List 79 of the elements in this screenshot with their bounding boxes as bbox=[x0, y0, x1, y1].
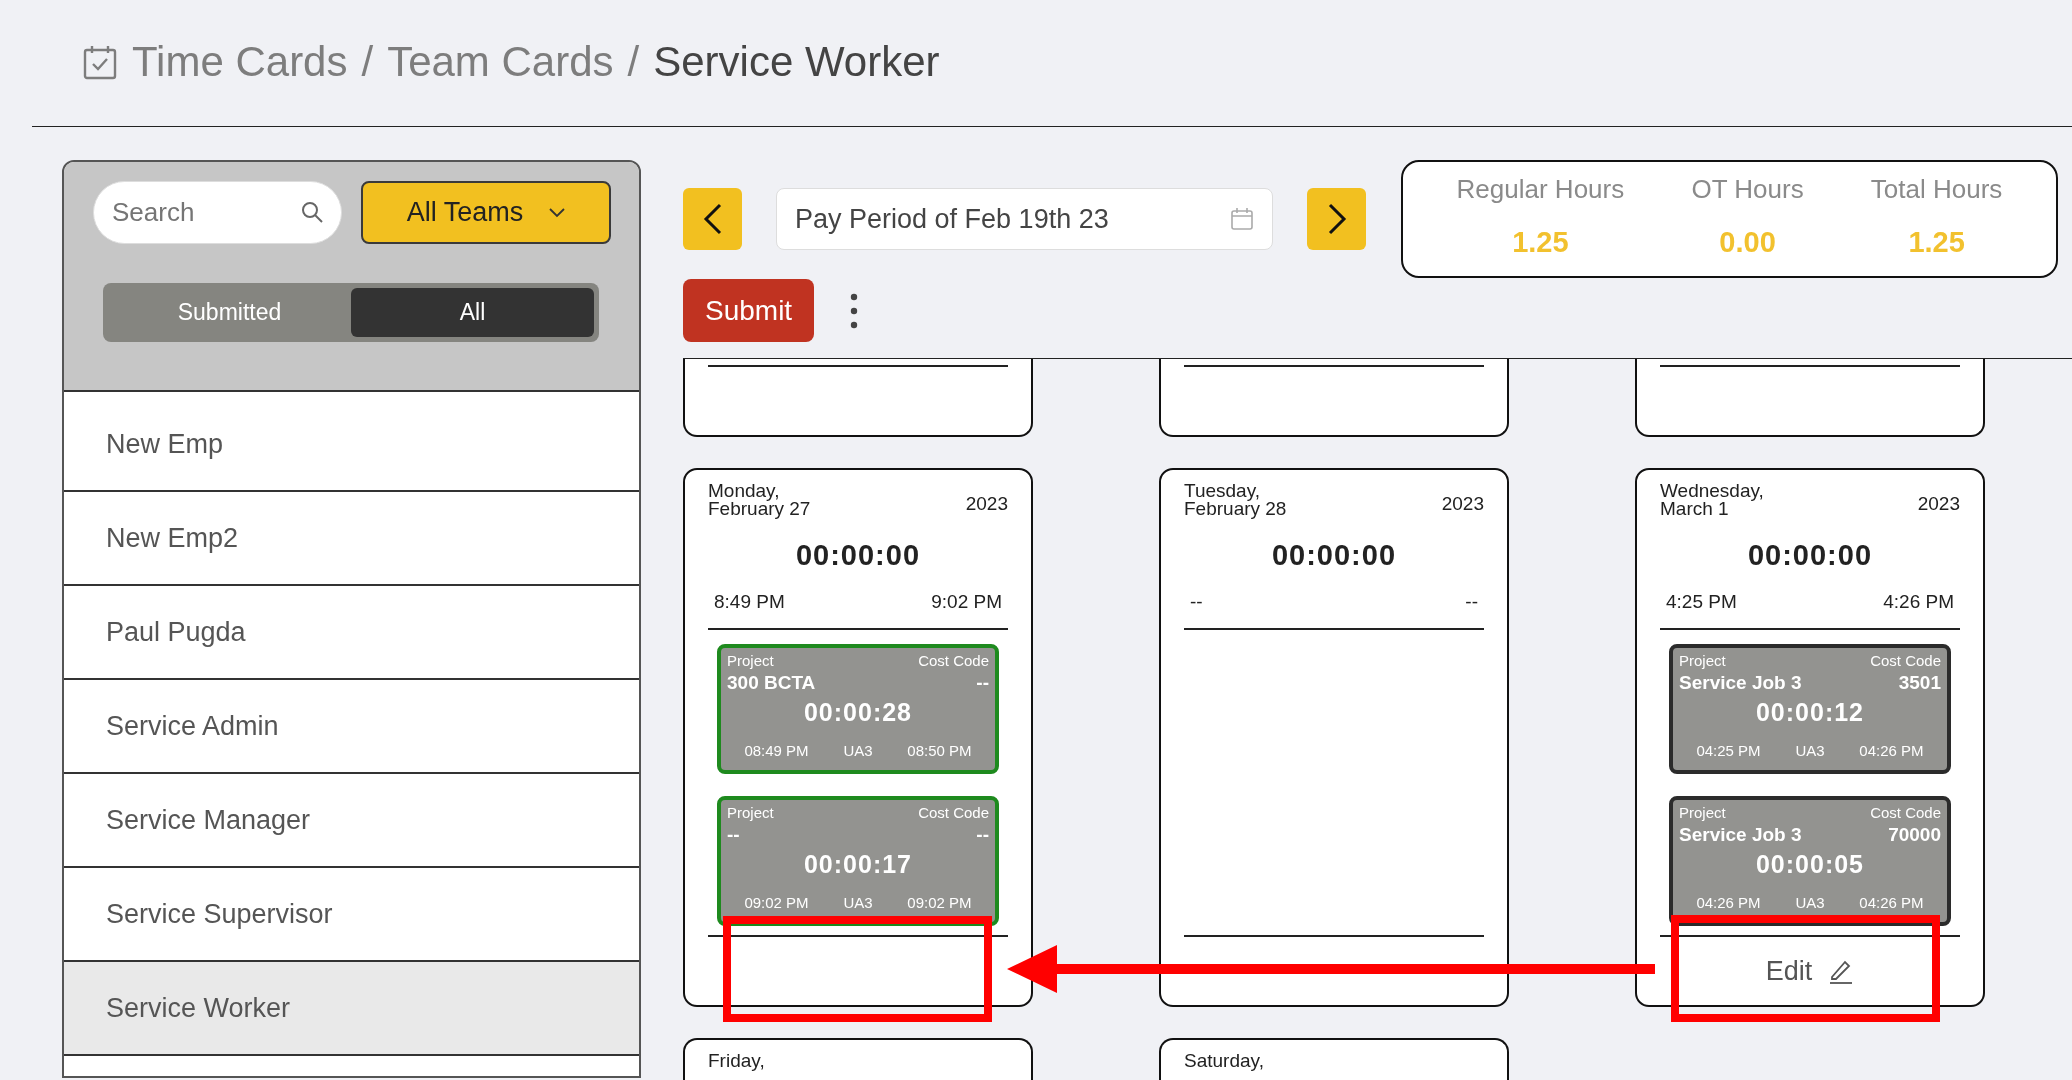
more-icon[interactable] bbox=[850, 292, 859, 329]
entry-start-time: 04:26 PM bbox=[1696, 892, 1761, 913]
entry-duration: 00:00:05 bbox=[1754, 848, 1866, 880]
hours-label: OT Hours bbox=[1691, 173, 1804, 206]
clock-out-time: 9:02 PM bbox=[931, 589, 1002, 614]
cost-code: 70000 bbox=[1888, 824, 1941, 844]
unit-code: UA3 bbox=[1795, 740, 1825, 761]
clock-in-time: 4:25 PM bbox=[1666, 589, 1737, 614]
day-total: 00:00:00 bbox=[794, 538, 922, 574]
project-name: -- bbox=[727, 824, 740, 844]
project-label: Project bbox=[1679, 651, 1726, 672]
toggle-option[interactable]: All bbox=[351, 288, 594, 337]
employee-item[interactable]: New Emp bbox=[64, 398, 639, 492]
next-button[interactable] bbox=[1307, 188, 1366, 250]
day-name: Saturday, bbox=[1184, 1052, 1264, 1071]
submit-button[interactable]: Submit bbox=[683, 279, 815, 342]
entry-duration: 00:00:17 bbox=[802, 848, 914, 880]
hours-label: Regular Hours bbox=[1456, 173, 1625, 206]
day-date: Tuesday, February 28 bbox=[1184, 482, 1287, 519]
day-year: 2023 bbox=[1441, 491, 1484, 516]
employee-item[interactable]: Service Worker bbox=[64, 962, 639, 1056]
day-total: 00:00:00 bbox=[1270, 538, 1398, 574]
chevron-down-icon bbox=[549, 207, 566, 218]
edit-button[interactable]: Edit bbox=[1759, 949, 1861, 993]
day-name: Friday, bbox=[708, 1052, 765, 1071]
entry-start-time: 04:25 PM bbox=[1696, 740, 1761, 761]
team-dropdown[interactable]: All Teams bbox=[361, 181, 611, 244]
clock-in-time: 8:49 PM bbox=[714, 589, 785, 614]
breadcrumb-link[interactable]: Team Cards bbox=[387, 30, 614, 93]
cost-code-label: Cost Code bbox=[1870, 803, 1941, 824]
breadcrumb-separator: / bbox=[361, 37, 374, 87]
clock-in-time: -- bbox=[1190, 589, 1203, 614]
hours-value: 0.00 bbox=[1719, 225, 1776, 260]
clock-out-time: 4:26 PM bbox=[1883, 589, 1954, 614]
entry-end-time: 04:26 PM bbox=[1859, 892, 1924, 913]
entry-end-time: 09:02 PM bbox=[907, 892, 972, 913]
hours-value: 1.25 bbox=[1908, 225, 1965, 260]
day-year: 2023 bbox=[965, 491, 1008, 516]
unit-code: UA3 bbox=[843, 740, 873, 761]
previous-button[interactable] bbox=[683, 188, 742, 250]
entry-end-time: 04:26 PM bbox=[1859, 740, 1924, 761]
search-field[interactable]: Search bbox=[93, 181, 342, 244]
pencil-icon bbox=[1828, 958, 1855, 984]
entry-duration: 00:00:28 bbox=[802, 696, 914, 728]
pay-period-text: Pay Period of Feb 19th 23 bbox=[795, 202, 1109, 236]
project-name: Service Job 3 bbox=[1679, 672, 1802, 692]
breadcrumb-link[interactable]: Time Cards bbox=[132, 30, 348, 93]
day-total: 00:00:00 bbox=[1746, 538, 1874, 574]
toggle-option[interactable]: Submitted bbox=[108, 288, 351, 337]
project-label: Project bbox=[727, 803, 774, 824]
day-date: Monday, February 27 bbox=[708, 482, 811, 519]
cost-code-label: Cost Code bbox=[1870, 651, 1941, 672]
breadcrumb-current: Service Worker bbox=[653, 37, 940, 87]
cost-code-label: Cost Code bbox=[918, 651, 989, 672]
project-label: Project bbox=[727, 651, 774, 672]
entry-duration: 00:00:12 bbox=[1754, 696, 1866, 728]
search-icon bbox=[300, 200, 324, 224]
entry-start-time: 09:02 PM bbox=[744, 892, 809, 913]
hours-value: 1.25 bbox=[1512, 225, 1569, 260]
unit-code: UA3 bbox=[1795, 892, 1825, 913]
calendar-check-icon bbox=[82, 44, 118, 80]
chevron-left-icon bbox=[701, 202, 724, 236]
pay-period-field[interactable]: Pay Period of Feb 19th 23 bbox=[776, 188, 1273, 250]
day-date: Wednesday, March 1 bbox=[1660, 482, 1764, 519]
unit-code: UA3 bbox=[843, 892, 873, 913]
day-year: 2023 bbox=[1917, 491, 1960, 516]
project-name: 300 BCTA bbox=[727, 672, 816, 692]
breadcrumb-separator: / bbox=[627, 37, 640, 87]
entry-end-time: 08:50 PM bbox=[907, 740, 972, 761]
cost-code: -- bbox=[976, 672, 989, 692]
project-label: Project bbox=[1679, 803, 1726, 824]
calendar-icon bbox=[1230, 207, 1254, 231]
hours-label: Total Hours bbox=[1870, 173, 2003, 206]
cost-code: -- bbox=[976, 824, 989, 844]
clock-out-time: -- bbox=[1465, 589, 1478, 614]
cost-code: 3501 bbox=[1898, 672, 1941, 692]
cost-code-label: Cost Code bbox=[918, 803, 989, 824]
entry-start-time: 08:49 PM bbox=[744, 740, 809, 761]
project-name: Service Job 3 bbox=[1679, 824, 1802, 844]
